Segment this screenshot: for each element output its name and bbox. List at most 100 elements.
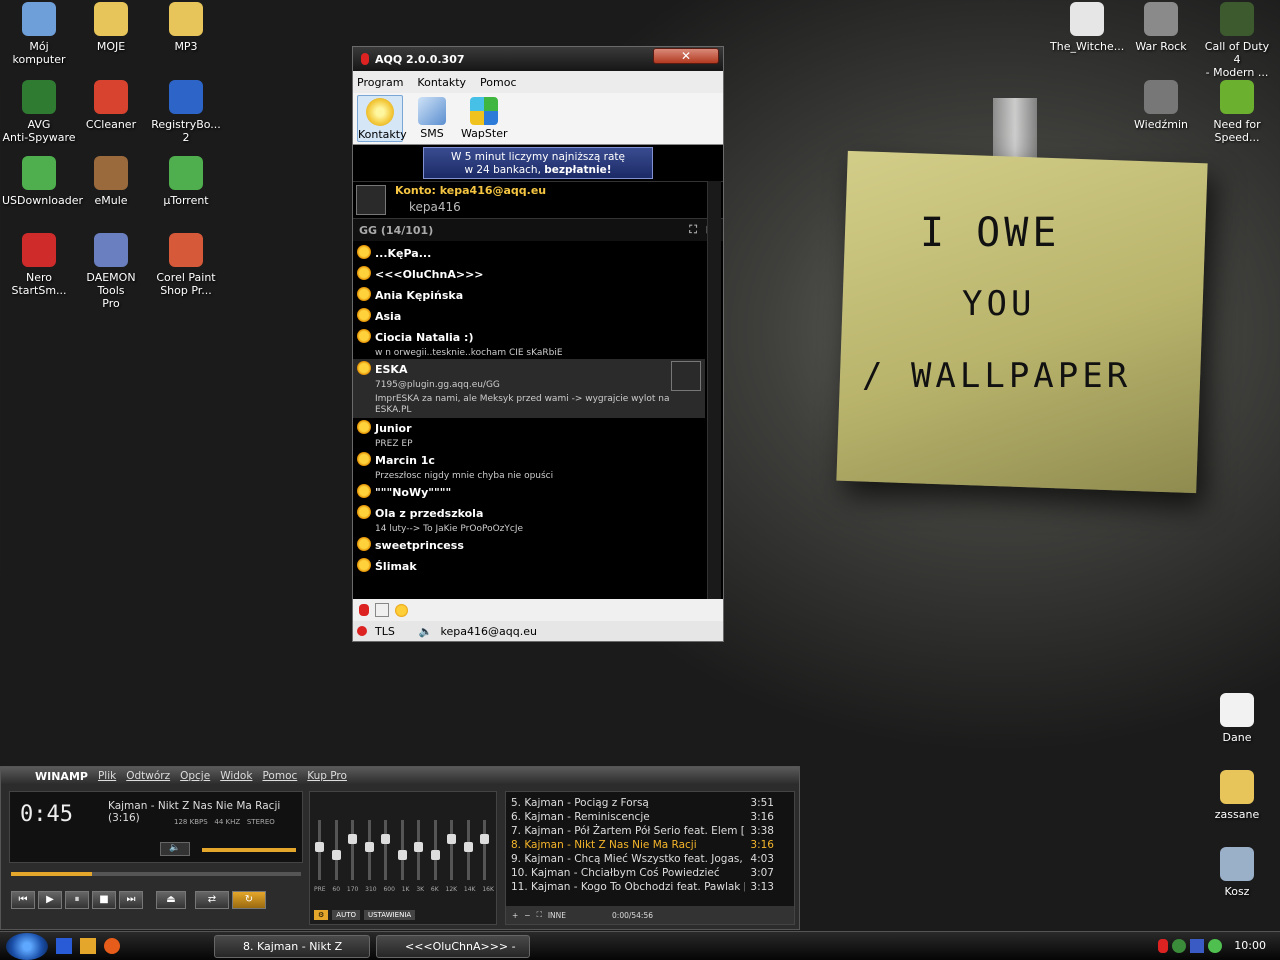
pl-remove-button[interactable]: − (524, 911, 530, 920)
aqq-tray-icon[interactable] (1158, 939, 1168, 953)
previous-button[interactable]: ⏮ (11, 891, 35, 909)
playlist-item[interactable]: 5. Kajman - Pociąg z Forsą 3:51 (506, 796, 794, 810)
winamp-window[interactable]: WINAMP Plik Odtwórz Opcje Widok Pomoc Ku… (0, 766, 800, 930)
winamp-icon[interactable] (80, 938, 96, 954)
start-button[interactable] (6, 933, 48, 960)
desktop-icon-right-3[interactable]: Wiedźmin (1124, 80, 1198, 131)
eq-slider[interactable] (414, 820, 423, 880)
eq-slider[interactable] (381, 820, 390, 880)
network-icon[interactable] (1172, 939, 1186, 953)
winamp-menu-kup-pro[interactable]: Kup Pro (307, 770, 347, 782)
eq-slider-knob[interactable] (463, 842, 473, 852)
aqq-titlebar[interactable]: AQQ 2.0.0.307 ✕ (353, 47, 723, 71)
contact-item[interactable]: Marcin 1c Przeszłosc nigdy mnie chyba nie… (353, 450, 705, 482)
status-icon[interactable] (359, 604, 369, 616)
winamp-menu-odtworz[interactable]: Odtwórz (126, 770, 170, 782)
desktop-icon-7[interactable]: eMule (74, 156, 148, 207)
record-icon[interactable] (357, 626, 367, 636)
desktop-icon-right-4[interactable]: Need for Speed... (1200, 80, 1274, 144)
taskbar-button-aqq[interactable]: <<<OluChnA>>> - 1... (376, 935, 530, 958)
aqq-window[interactable]: AQQ 2.0.0.307 ✕ Program Kontakty Pomoc K… (352, 46, 724, 642)
eq-slider-knob[interactable] (447, 834, 456, 844)
stop-button[interactable]: ■ (92, 891, 116, 909)
contact-item[interactable]: Ciocia Natalia :) w n orwegii..tesknie..k… (353, 327, 705, 359)
sun-icon[interactable] (395, 603, 408, 617)
contact-item[interactable]: Ślimak (353, 556, 705, 577)
playlist-item[interactable]: 9. Kajman - Chcą Mieć Wszystko feat. Jog… (506, 852, 794, 866)
eq-slider-knob[interactable] (331, 850, 341, 860)
contact-item[interactable]: Junior PREZ EP (353, 418, 705, 450)
pl-add-button[interactable]: + (512, 911, 518, 920)
desktop-icon-4[interactable]: CCleaner (74, 80, 148, 131)
toolbar-wapster-button[interactable]: WapSter (461, 95, 507, 142)
eq-slider[interactable] (397, 820, 407, 880)
winamp-menu-plik[interactable]: Plik (98, 770, 116, 782)
toolbar-contacts-button[interactable]: Kontakty (357, 95, 407, 142)
eq-slider-knob[interactable] (315, 842, 324, 852)
desktop-icon-10[interactable]: DAEMON Tools Pro (74, 233, 148, 310)
menu-pomoc[interactable]: Pomoc (480, 76, 516, 89)
eq-slider[interactable] (447, 820, 456, 880)
winamp-titlebar[interactable]: WINAMP Plik Odtwórz Opcje Widok Pomoc Ku… (1, 767, 799, 785)
speaker-icon[interactable]: 🔈 (419, 625, 433, 638)
eq-slider-knob[interactable] (364, 842, 374, 852)
next-button[interactable]: ⏭ (119, 891, 143, 909)
word-icon[interactable] (56, 938, 72, 954)
playlist-item[interactable]: 11. Kajman - Kogo To Obchodzi feat. Pawl… (506, 880, 794, 894)
winamp-menu-widok[interactable]: Widok (220, 770, 252, 782)
scrollbar[interactable] (707, 181, 721, 599)
pl-select-button[interactable]: ⛶ (537, 910, 542, 920)
eq-slider[interactable] (430, 820, 440, 880)
desktop-icon-8[interactable]: µTorrent (149, 156, 223, 207)
contact-item[interactable]: <<<OluChnA>>> (353, 264, 705, 285)
desktop-icon-0[interactable]: Mój komputer (2, 2, 76, 66)
mute-button[interactable]: 🔈 (160, 842, 190, 856)
desktop-icon-1[interactable]: MOJE (74, 2, 148, 53)
taskbar-button-winamp[interactable]: 8. Kajman - Nikt Z Nas... (214, 935, 370, 958)
eq-slider-knob[interactable] (348, 834, 357, 844)
eq-slider[interactable] (480, 820, 489, 880)
winamp-menu-opcje[interactable]: Opcje (180, 770, 210, 782)
menu-kontakty[interactable]: Kontakty (417, 76, 466, 89)
desktop-icon-3[interactable]: AVG Anti-Spyware (2, 80, 76, 144)
seek-bar[interactable] (11, 872, 301, 876)
eq-slider[interactable] (315, 820, 324, 880)
winamp-menu-pomoc[interactable]: Pomoc (262, 770, 297, 782)
time-display[interactable]: 0:45 (20, 802, 73, 827)
eject-button[interactable]: ⏏ (156, 891, 186, 909)
account-panel[interactable]: Konto: kepa416@aqq.eu kepa416 (353, 181, 723, 219)
playlist-item[interactable]: 10. Kajman - Chciałbym Coś Powiedzieć 3:0… (506, 866, 794, 880)
contact-item[interactable]: Ola z przedszkola 14 luty--> To JaKie PrO… (353, 503, 705, 535)
clock[interactable]: 10:00 (1234, 939, 1266, 952)
eq-slider-knob[interactable] (414, 842, 423, 852)
repeat-button[interactable]: ↻ (232, 891, 266, 909)
eq-slider[interactable] (364, 820, 374, 880)
desktop-icon-2[interactable]: MP3 (149, 2, 223, 53)
eq-slider[interactable] (331, 820, 341, 880)
close-button[interactable]: ✕ (653, 48, 719, 64)
contact-item[interactable]: Asia (353, 306, 705, 327)
eq-auto-button[interactable]: AUTO (332, 910, 360, 920)
eq-slider-knob[interactable] (430, 850, 440, 860)
shield-icon[interactable] (1190, 939, 1204, 953)
desktop-icon-9[interactable]: Nero StartSm... (2, 233, 76, 297)
mode-icon[interactable] (375, 603, 389, 617)
firefox-icon[interactable] (104, 938, 120, 954)
desktop-icon-right-1[interactable]: War Rock (1124, 2, 1198, 53)
menu-program[interactable]: Program (357, 76, 403, 89)
eq-settings-button[interactable]: USTAWIENIA (363, 910, 416, 920)
eq-toggle-button[interactable]: ⚙ (314, 910, 329, 920)
desktop-icon-6[interactable]: USDownloader (2, 156, 83, 207)
pl-misc-button[interactable]: INNE (548, 911, 566, 920)
check-icon[interactable] (1208, 939, 1222, 953)
desktop-icon-right-5[interactable]: Dane (1200, 693, 1274, 744)
ad-banner[interactable]: W 5 minut liczymy najniższą ratę w 24 ba… (423, 147, 653, 179)
contact-item[interactable]: sweetprincess (353, 535, 705, 556)
desktop-icon-right-2[interactable]: Call of Duty 4 - Modern ... (1200, 2, 1274, 79)
desktop-icon-5[interactable]: RegistryBo... 2 (149, 80, 223, 144)
contact-group-header[interactable]: GG (14/101) ⛶ ⊟ (353, 219, 723, 241)
eq-slider[interactable] (348, 820, 357, 880)
volume-slider[interactable] (202, 848, 296, 852)
contact-item[interactable]: ESKA 7195@plugin.gg.aqq.eu/GG ImprESKA za … (353, 359, 705, 418)
eq-slider[interactable] (463, 820, 473, 880)
